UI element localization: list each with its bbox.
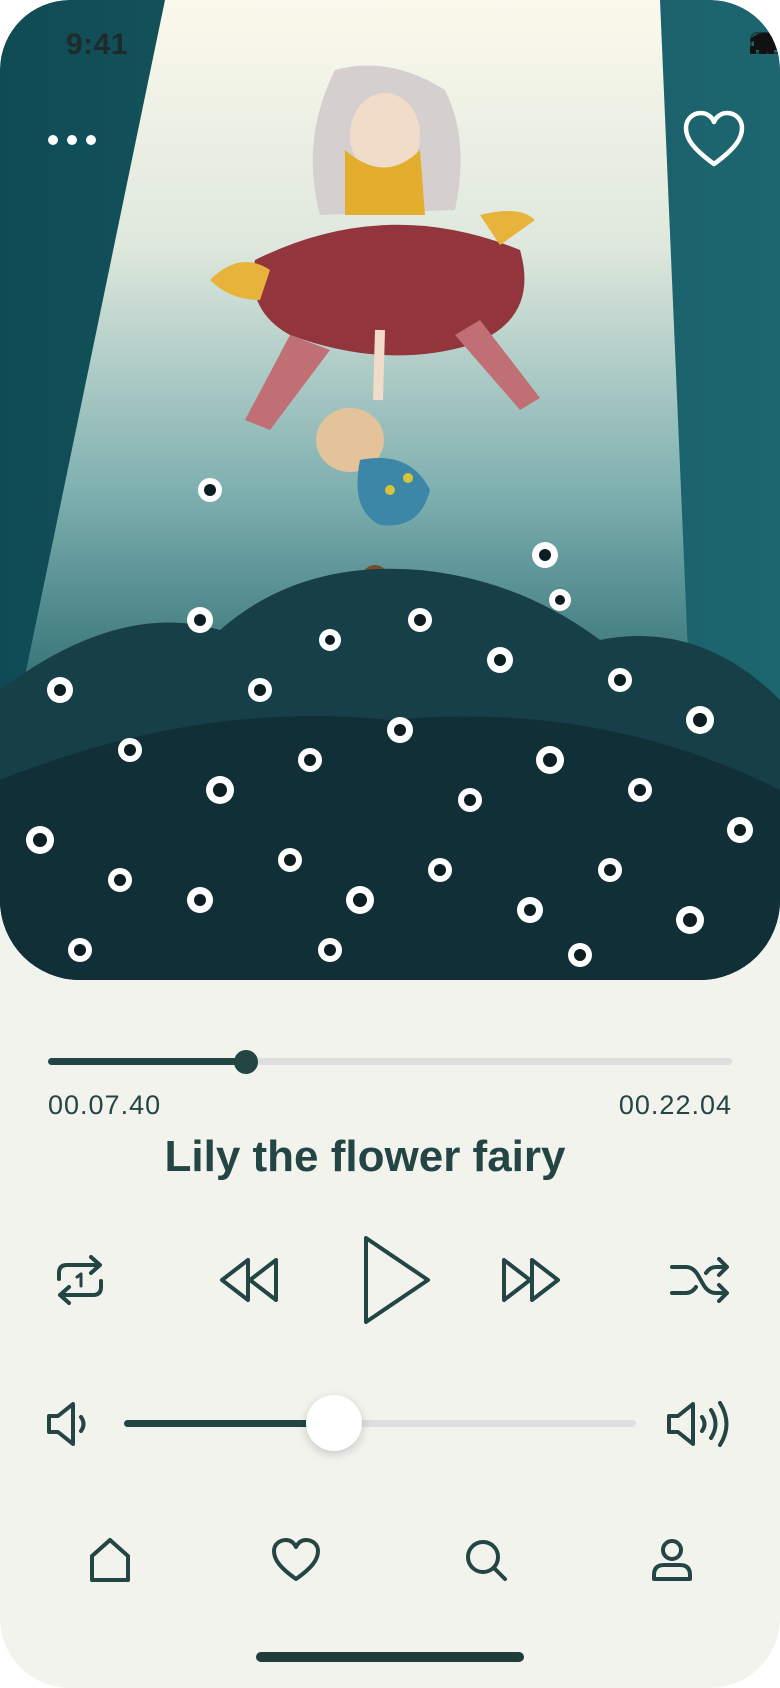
- volume-low-icon: [47, 1402, 86, 1446]
- repeat-button[interactable]: [48, 1248, 112, 1312]
- profile-icon: [652, 1539, 692, 1581]
- search-icon: [466, 1540, 507, 1581]
- volume-slider[interactable]: [124, 1395, 636, 1451]
- progress-fill: [48, 1058, 247, 1065]
- phone-screen: 9:41 00.07.40 00.22.04 Lily the flower f…: [0, 0, 780, 1688]
- battery-icon: [750, 32, 780, 54]
- track-title: Lily the flower fairy: [164, 1132, 566, 1181]
- more-options-button[interactable]: [40, 118, 104, 162]
- tab-profile[interactable]: [642, 1530, 702, 1590]
- fast-forward-icon: [502, 1258, 560, 1302]
- shuffle-button[interactable]: [666, 1250, 732, 1310]
- shuffle-icon: [670, 1257, 729, 1303]
- total-time: 00.22.04: [618, 1090, 732, 1120]
- home-indicator: [256, 1652, 524, 1662]
- tab-home[interactable]: [80, 1530, 140, 1590]
- fast-forward-button[interactable]: [496, 1250, 564, 1310]
- volume-high-icon: [667, 1401, 729, 1447]
- play-icon: [364, 1236, 430, 1324]
- home-icon: [90, 1538, 130, 1582]
- rewind-button[interactable]: [216, 1250, 284, 1310]
- elapsed-time: 00.07.40: [48, 1090, 162, 1120]
- repeat-one-icon: [57, 1255, 103, 1305]
- play-button[interactable]: [356, 1232, 436, 1328]
- status-time: 9:41: [66, 28, 129, 61]
- progress-slider[interactable]: [48, 1050, 732, 1074]
- progress-knob[interactable]: [234, 1050, 259, 1074]
- tab-search[interactable]: [456, 1530, 516, 1590]
- volume-fill: [124, 1420, 334, 1427]
- heart-icon: [272, 1538, 320, 1581]
- rewind-icon: [220, 1258, 278, 1302]
- like-button[interactable]: [682, 110, 746, 170]
- volume-up-button[interactable]: [664, 1396, 736, 1452]
- heart-icon: [683, 110, 745, 167]
- volume-knob[interactable]: [305, 1395, 362, 1451]
- more-dots-icon: [48, 135, 58, 145]
- volume-down-button[interactable]: [44, 1396, 96, 1452]
- tab-favorites[interactable]: [266, 1530, 326, 1590]
- artwork-illustration: [0, 0, 780, 980]
- album-artwork: 9:41: [0, 0, 780, 980]
